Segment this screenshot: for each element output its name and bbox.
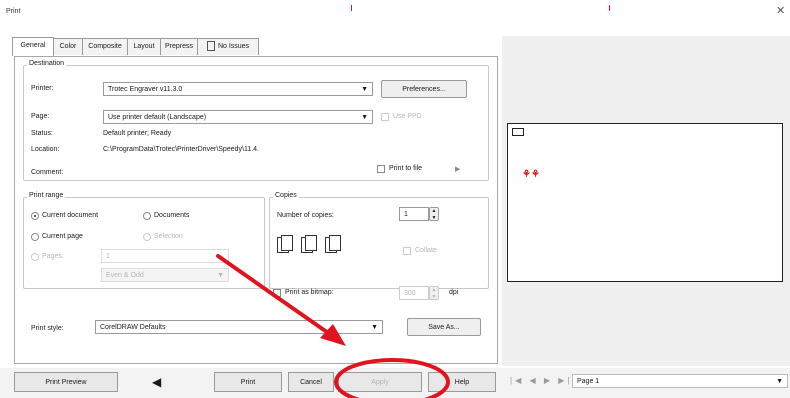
annotation-circle: [334, 358, 450, 398]
annotation-overlay: [216, 254, 450, 398]
annotation-arrow-shaft: [216, 254, 336, 339]
annotation-arrow-head: [320, 324, 346, 346]
